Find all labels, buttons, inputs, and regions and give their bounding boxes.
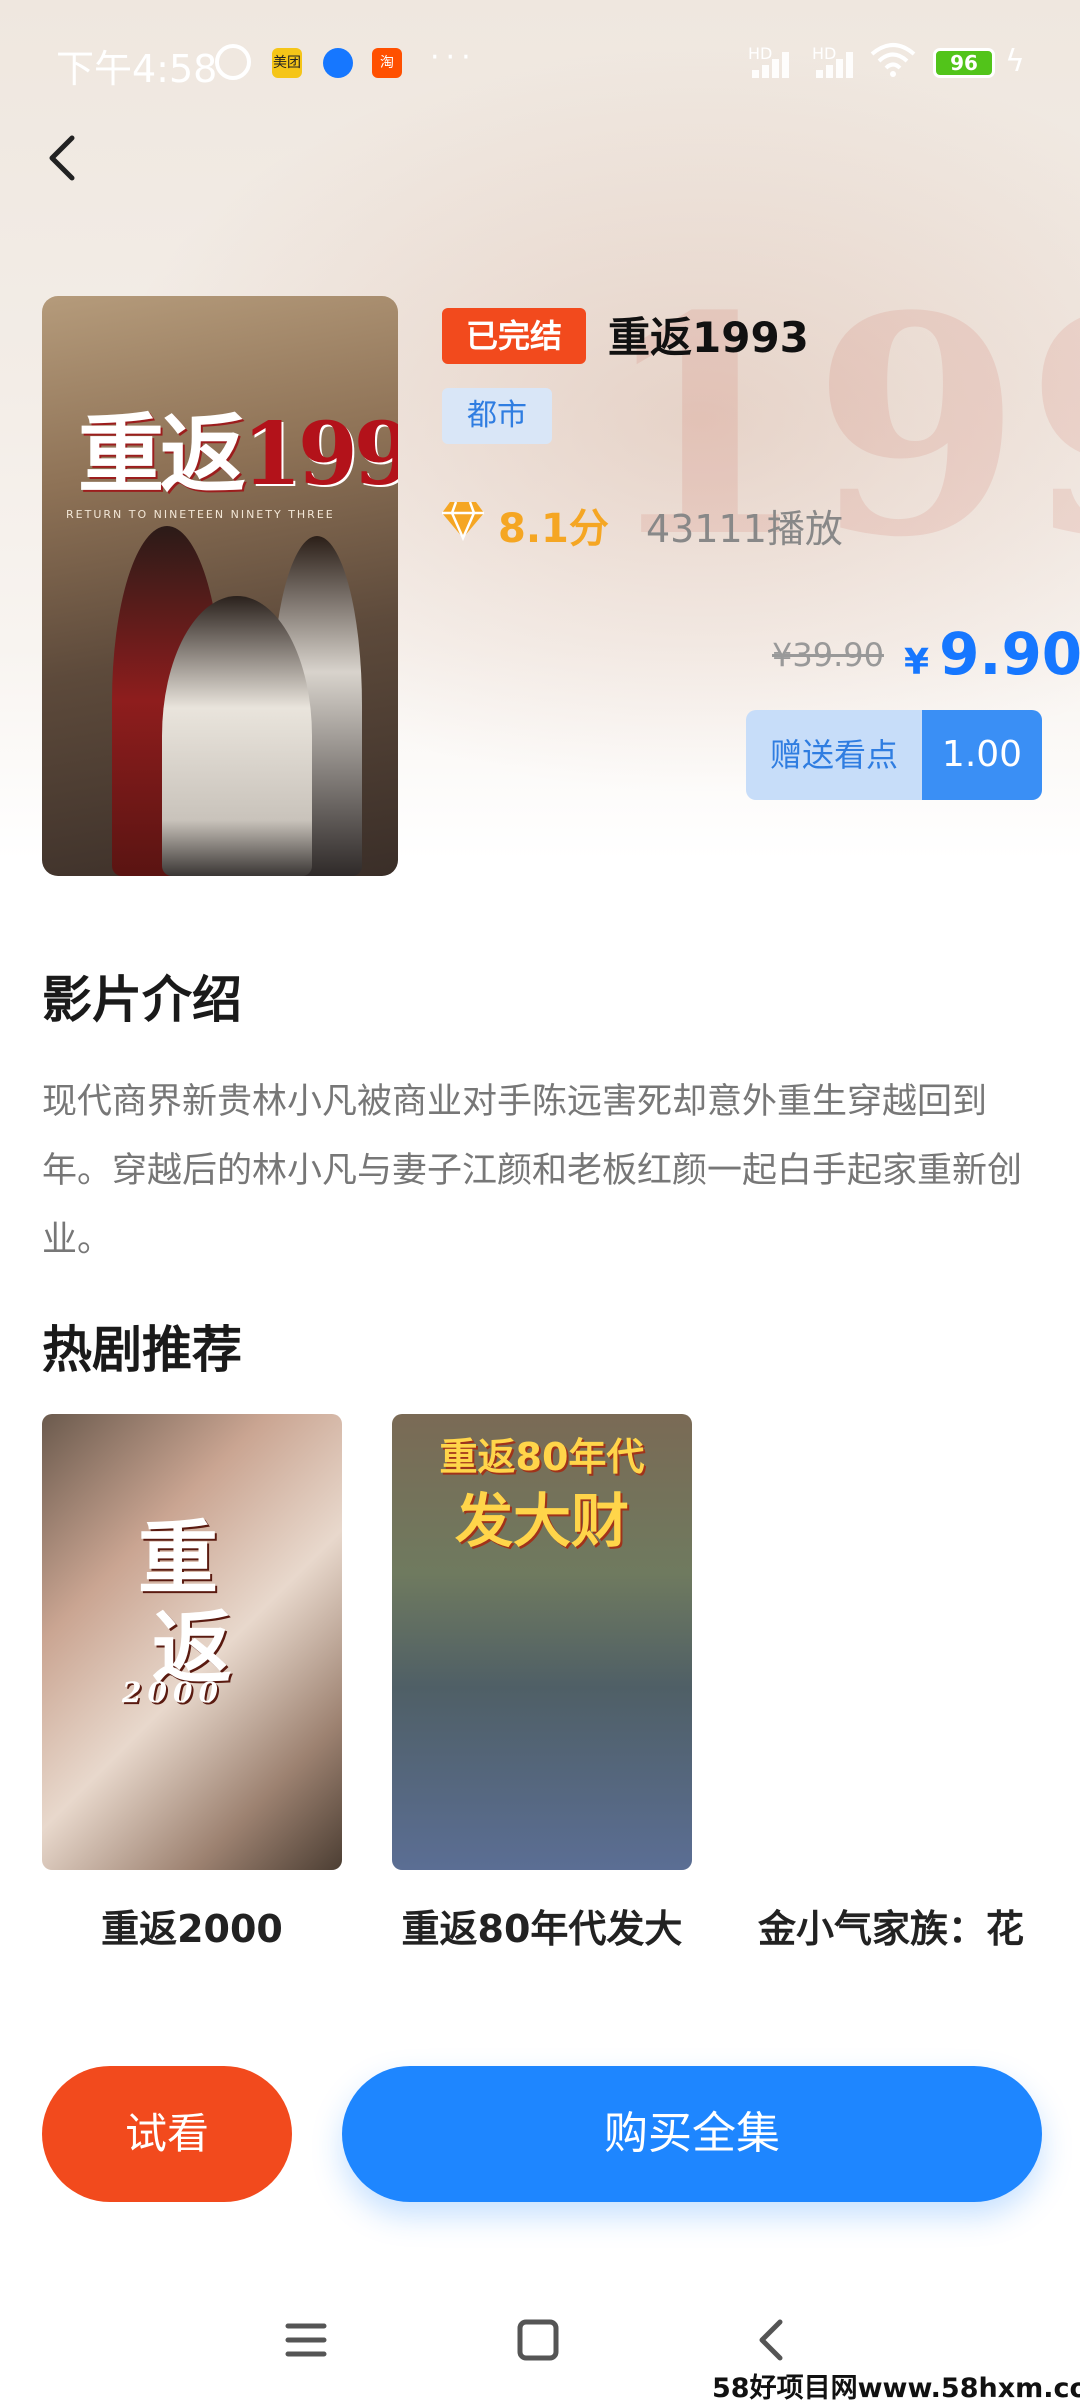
buy-all-button[interactable]: 购买全集: [342, 2066, 1042, 2202]
poster-title: 重返1993: [78, 404, 398, 505]
drama-poster[interactable]: 重返1993 RETURN TO NINETEEN NINETY THREE: [42, 296, 398, 876]
current-price: ¥9.90: [904, 620, 1080, 688]
notification-app-icon: [323, 48, 353, 78]
wifi-icon: [870, 42, 916, 78]
trial-button[interactable]: 试看: [42, 2066, 292, 2202]
back-button[interactable]: [34, 128, 94, 188]
bonus-points-box: 赠送看点 1.00: [746, 710, 1042, 800]
recommend-heading: 热剧推荐: [42, 1321, 242, 1379]
poster-subtitle: RETURN TO NINETEEN NINETY THREE: [66, 508, 335, 521]
watermark: 58好项目网www.58hxm.com: [712, 2373, 1080, 2400]
rating-score: 8.1分: [498, 506, 609, 552]
charging-icon: ϟ: [1005, 44, 1025, 79]
recommend-name: 金小气家族：花: [758, 1907, 1025, 1951]
cell-signal-icon-2: [816, 52, 862, 78]
diamond-icon: [442, 501, 484, 542]
recommend-item[interactable]: 重 返 2000 重返2000: [42, 1414, 342, 1953]
drama-title: 重返1993: [608, 313, 809, 362]
bonus-points-value: 1.00: [922, 710, 1042, 800]
home-icon[interactable]: [508, 2310, 568, 2370]
recommend-item[interactable]: 金小气家族：花: [742, 1414, 1052, 1953]
alarm-icon: [215, 44, 251, 80]
status-bar: 下午4:58 美团 淘 ··· HD HD 96 ϟ: [0, 0, 1080, 125]
bonus-points-label: 赠送看点: [746, 710, 922, 800]
more-notifications-icon: ···: [430, 40, 477, 75]
chevron-left-icon: [49, 135, 75, 181]
intro-heading: 影片介绍: [42, 971, 242, 1029]
status-time: 下午4:58: [56, 47, 218, 91]
recommend-name: 重返80年代发大: [401, 1907, 683, 1951]
cell-signal-icon: [752, 52, 798, 78]
genre-tag[interactable]: 都市: [442, 388, 552, 444]
completed-badge: 已完结: [442, 308, 586, 364]
original-price: ¥39.90: [772, 636, 884, 674]
recommend-item[interactable]: 重返80年代 发大财 重返80年代发大: [392, 1414, 692, 1953]
battery-icon: 96: [933, 48, 995, 78]
menu-icon[interactable]: [276, 2310, 336, 2370]
intro-text: 现代商界新贵林小凡被商业对手陈远害死却意外重生穿越回到年。穿越后的林小凡与妻子江…: [42, 1082, 1023, 1260]
meituan-app-icon: 美团: [272, 48, 302, 78]
recommend-name: 重返2000: [101, 1907, 283, 1951]
taobao-app-icon: 淘: [372, 48, 402, 78]
recommend-cover: 重 返 2000: [42, 1414, 342, 1870]
nav-back-icon[interactable]: [742, 2310, 802, 2370]
play-count: 43111播放: [646, 507, 843, 551]
recommend-cover: 重返80年代 发大财: [392, 1414, 692, 1870]
